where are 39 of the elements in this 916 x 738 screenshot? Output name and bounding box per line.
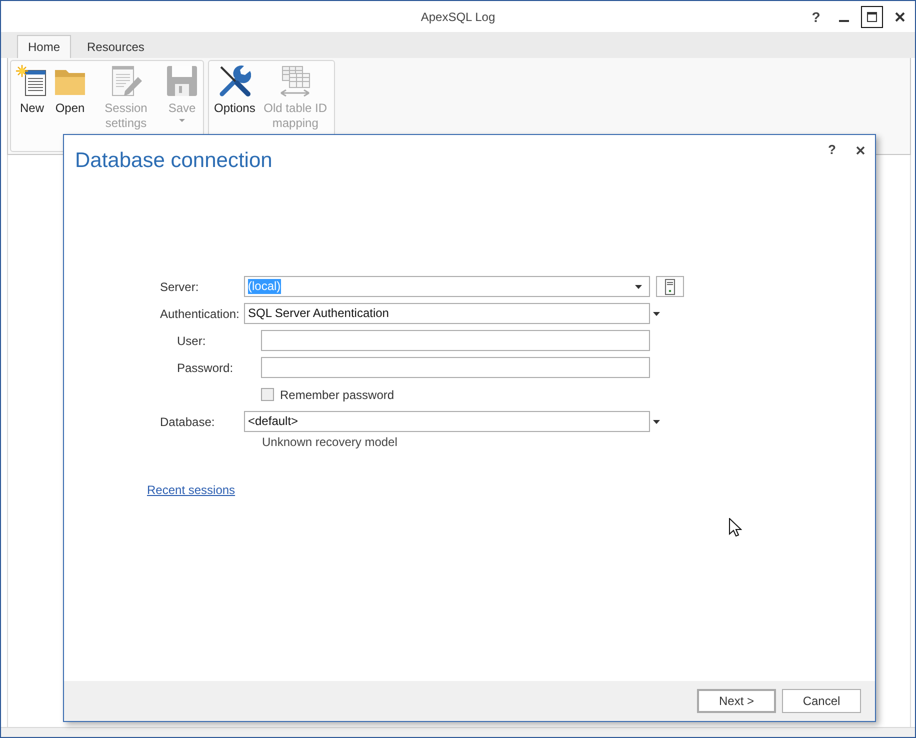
checkbox[interactable] — [261, 388, 274, 401]
minimize-icon[interactable] — [839, 20, 849, 22]
ribbon-tab[interactable]: Resources — [76, 35, 156, 58]
dropdown-field[interactable]: SQL Server Authentication — [244, 303, 650, 324]
recent-sessions-link[interactable]: Recent sessions — [147, 483, 236, 498]
open-button[interactable]: Open — [51, 65, 89, 116]
caret-icon[interactable] — [653, 312, 660, 316]
dialog-button[interactable]: Next > — [697, 689, 776, 713]
document-sparkle-icon — [16, 65, 48, 97]
field-value: (local) — [248, 279, 281, 294]
help-button[interactable]: ? — [812, 8, 820, 24]
tables-arrow-icon — [279, 65, 312, 97]
maximize-icon[interactable] — [861, 6, 883, 28]
text-field[interactable] — [261, 330, 650, 351]
field-label: Server: — [160, 280, 200, 294]
close-icon[interactable] — [895, 12, 905, 22]
window-title: ApexSQL Log — [420, 10, 496, 24]
mouse-pointer-icon — [729, 518, 742, 537]
field-label: Authentication: — [160, 306, 240, 320]
caret-icon[interactable] — [635, 284, 642, 288]
help-button[interactable]: ? — [828, 142, 836, 158]
options-button[interactable]: Options — [211, 65, 258, 116]
ribbon-tab[interactable]: Home — [17, 35, 72, 58]
field-label: User: — [177, 334, 207, 348]
caret-icon[interactable] — [653, 420, 660, 424]
document-pencil-icon — [110, 65, 142, 97]
server-tower-icon — [665, 278, 675, 294]
wrench-screwdriver-icon — [218, 65, 251, 97]
password-field[interactable] — [261, 357, 650, 378]
browse-button[interactable] — [656, 276, 684, 297]
dialog-button[interactable]: Cancel — [782, 689, 861, 713]
checkbox-label[interactable]: Remember password — [280, 388, 394, 402]
dialog-title: Database connection — [75, 148, 272, 174]
field-label: Password: — [177, 360, 234, 374]
close-icon[interactable] — [856, 146, 865, 155]
new-button[interactable]: New — [13, 65, 51, 116]
recovery-model-note: Unknown recovery model — [262, 435, 398, 449]
dropdown-field[interactable]: <default> — [244, 411, 650, 432]
field-label: Database: — [160, 414, 216, 428]
